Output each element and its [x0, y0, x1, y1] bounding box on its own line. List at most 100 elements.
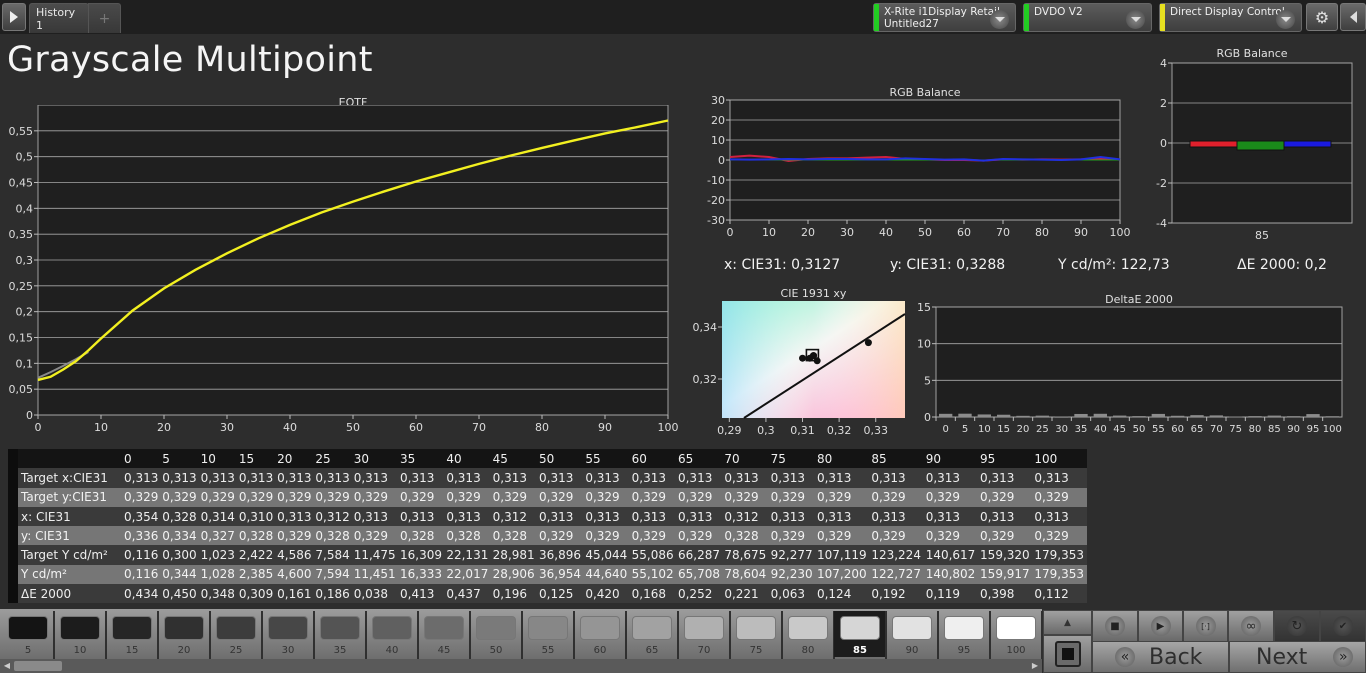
- chevron-down-icon[interactable]: [1276, 10, 1295, 29]
- y-tick-label: 0,2: [16, 306, 34, 319]
- stop-button[interactable]: ■: [1092, 610, 1138, 642]
- patch-swatch[interactable]: 30: [262, 611, 314, 657]
- table-cell: 107,119: [814, 545, 870, 565]
- patch-swatch[interactable]: 60: [574, 611, 626, 657]
- refresh-button[interactable]: ↻: [1274, 610, 1320, 642]
- patch-swatch[interactable]: 10: [54, 611, 106, 657]
- range-button[interactable]: [·]: [1183, 610, 1228, 642]
- table-cell: 0,313: [351, 468, 399, 488]
- patch-color: [996, 616, 1036, 640]
- patch-swatch[interactable]: 50: [470, 611, 522, 657]
- x-tick-label: 10: [978, 424, 991, 435]
- device-pattern-generator-select[interactable]: DVDO V2: [1023, 3, 1152, 32]
- play-measure-button[interactable]: ▶: [1138, 610, 1183, 642]
- chevron-down-icon[interactable]: [990, 10, 1009, 29]
- patch-scrollbar[interactable]: ◀ ▶: [0, 659, 1042, 673]
- stop-pattern-button[interactable]: [1043, 635, 1092, 673]
- scroll-right-icon[interactable]: ▶: [1030, 661, 1040, 671]
- x-tick-label: 70: [472, 421, 486, 434]
- table-cell: 0,313: [923, 468, 979, 488]
- patch-swatch[interactable]: 5: [2, 611, 54, 657]
- x-tick-label: 40: [1094, 424, 1107, 435]
- patch-color: [60, 616, 100, 640]
- table-cell: 0,313: [978, 468, 1033, 488]
- x-tick-label: 0,29: [717, 424, 742, 437]
- back-button[interactable]: « Back: [1092, 641, 1229, 673]
- patch-swatch[interactable]: 40: [366, 611, 418, 657]
- measurement-table: 0 5 10 15 20 25 30 35 40 45 50 55 60 65 70 75 80 85 90 95 10…: [8, 449, 1087, 604]
- table-cell: 0,413: [398, 584, 445, 604]
- table-cell: 0,313: [583, 468, 630, 488]
- x-tick-label: 0: [727, 226, 734, 239]
- row-gutter: [8, 584, 18, 604]
- add-tab-button[interactable]: +: [88, 3, 121, 33]
- readout-x: x: CIE31: 0,3127: [724, 257, 841, 273]
- collapse-panel-button[interactable]: [1340, 3, 1366, 31]
- table-cell: 0,329: [814, 526, 870, 546]
- tab-history-1[interactable]: History 1: [29, 3, 89, 33]
- patch-swatch[interactable]: 70: [678, 611, 730, 657]
- column-header: 10: [198, 449, 237, 469]
- table-cell: 0,329: [198, 487, 237, 507]
- table-cell: 0,313: [351, 506, 399, 527]
- patch-swatch[interactable]: 25: [210, 611, 262, 657]
- patch-swatch[interactable]: 75: [730, 611, 782, 657]
- table-cell: 0,327: [198, 526, 237, 546]
- chevron-down-icon[interactable]: [1126, 10, 1145, 29]
- table-cell: 0,313: [1032, 506, 1087, 527]
- column-header: 20: [275, 449, 314, 469]
- table-cell: 0,329: [923, 487, 979, 507]
- next-label: Next: [1256, 644, 1308, 670]
- patch-swatch[interactable]: 100: [990, 611, 1042, 657]
- patch-swatch[interactable]: 35: [314, 611, 366, 657]
- patch-swatch[interactable]: 85: [834, 611, 886, 657]
- table-cell: 0,329: [675, 526, 723, 546]
- table-cell: 0,329: [275, 526, 314, 546]
- row-gutter: [8, 564, 18, 585]
- scroll-left-icon[interactable]: ◀: [2, 661, 12, 671]
- y-tick-label: -2: [1156, 177, 1167, 190]
- play-icon: ▶: [1150, 616, 1171, 636]
- device-meter-select[interactable]: X-Rite i1Display Retail Untitled27: [873, 3, 1016, 32]
- y-tick-label: 0,32: [693, 373, 718, 386]
- table-cell: 4,586: [275, 545, 314, 565]
- table-cell: 0,313: [537, 468, 584, 488]
- patch-swatch[interactable]: 20: [158, 611, 210, 657]
- deltae-bar: [1171, 415, 1185, 417]
- deltae-bar: [1035, 415, 1049, 417]
- patch-swatch[interactable]: 90: [886, 611, 938, 657]
- patch-swatch[interactable]: 95: [938, 611, 990, 657]
- next-button[interactable]: Next »: [1229, 641, 1366, 673]
- table-cell: 0,328: [398, 526, 445, 546]
- confirm-button[interactable]: ✔: [1320, 610, 1366, 642]
- patch-color: [632, 616, 672, 640]
- patch-swatch[interactable]: 65: [626, 611, 678, 657]
- table-cell: 140,802: [923, 564, 979, 585]
- deltae-bar: [1306, 414, 1320, 417]
- continuous-measure-button[interactable]: ∞: [1228, 610, 1274, 642]
- patch-swatch[interactable]: 55: [522, 611, 574, 657]
- table-cell: 0,119: [923, 584, 979, 604]
- plot-area: [935, 306, 1343, 418]
- column-header: 15: [236, 449, 276, 469]
- deltae-bar: [1267, 415, 1281, 417]
- x-tick-label: 20: [801, 226, 815, 239]
- patch-label: 55: [541, 645, 555, 656]
- y-tick-label: 10: [711, 134, 725, 147]
- patch-swatch[interactable]: 80: [782, 611, 834, 657]
- settings-button[interactable]: ⚙: [1306, 3, 1338, 31]
- table-cell: 0,313: [275, 468, 314, 488]
- play-button[interactable]: [2, 3, 26, 31]
- patch-color: [528, 616, 568, 640]
- device-display-control-select[interactable]: Direct Display Control: [1159, 3, 1302, 32]
- scroll-thumb[interactable]: [14, 661, 62, 671]
- table-cell: 55,086: [629, 545, 676, 565]
- table-cell: 0,450: [160, 584, 199, 604]
- patch-swatch[interactable]: 15: [106, 611, 158, 657]
- table-cell: 0,329: [814, 487, 870, 507]
- scroll-up-button[interactable]: ▲: [1043, 610, 1092, 635]
- table-cell: 0,310: [236, 506, 276, 527]
- table-cell: 0,196: [490, 584, 537, 604]
- up-arrow-icon: ▲: [1064, 617, 1071, 628]
- patch-swatch[interactable]: 45: [418, 611, 470, 657]
